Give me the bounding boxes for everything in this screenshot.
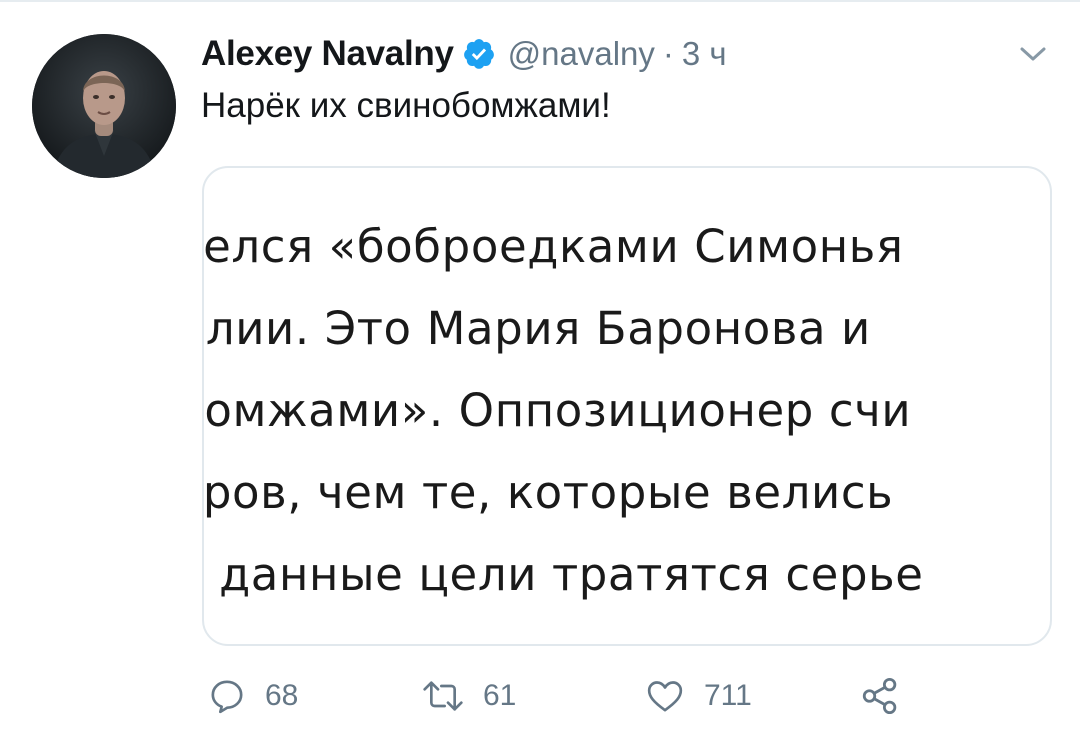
reply-icon: [211, 680, 243, 714]
share-button[interactable]: [859, 668, 901, 724]
author-name[interactable]: Alexey Navalny: [201, 34, 454, 74]
reply-button[interactable]: 68: [207, 668, 298, 724]
media-line: бомжами». Оппозиционер счи: [202, 384, 912, 437]
media-line: илии. Это Мария Баронова и: [202, 302, 871, 355]
retweet-button[interactable]: 61: [421, 668, 516, 724]
retweet-icon: [423, 681, 463, 711]
heart-icon: [647, 681, 683, 712]
tweet-menu-button[interactable]: [1015, 40, 1051, 68]
retweet-count: 61: [483, 679, 517, 712]
verified-badge-icon: [462, 37, 496, 71]
timestamp[interactable]: 3 ч: [682, 35, 727, 73]
share-icon: [862, 677, 897, 715]
reply-count: 68: [265, 679, 299, 712]
top-divider: [0, 0, 1080, 2]
tweet-header: Alexey Navalny @navalny · 3 ч: [201, 34, 727, 74]
media-line: а данные цели тратятся серье: [202, 548, 924, 601]
tweet-actions: 68 61 711: [201, 668, 961, 724]
like-button[interactable]: 711: [644, 668, 752, 724]
avatar[interactable]: [32, 34, 176, 178]
media-line: велся «боброедками Симонья: [202, 220, 904, 273]
chevron-down-icon: [1020, 47, 1046, 61]
media-line: тров, чем те, которые велись: [202, 466, 894, 519]
tweet-text: Нарёк их свинобомжами!: [201, 86, 611, 125]
media-image[interactable]: велся «боброедками Симонья илии. Это Мар…: [202, 166, 1052, 646]
author-handle[interactable]: @navalny: [508, 35, 655, 73]
like-count: 711: [704, 679, 752, 712]
separator-dot: ·: [662, 35, 674, 72]
media-text-block: велся «боброедками Симонья илии. Это Мар…: [202, 206, 924, 616]
